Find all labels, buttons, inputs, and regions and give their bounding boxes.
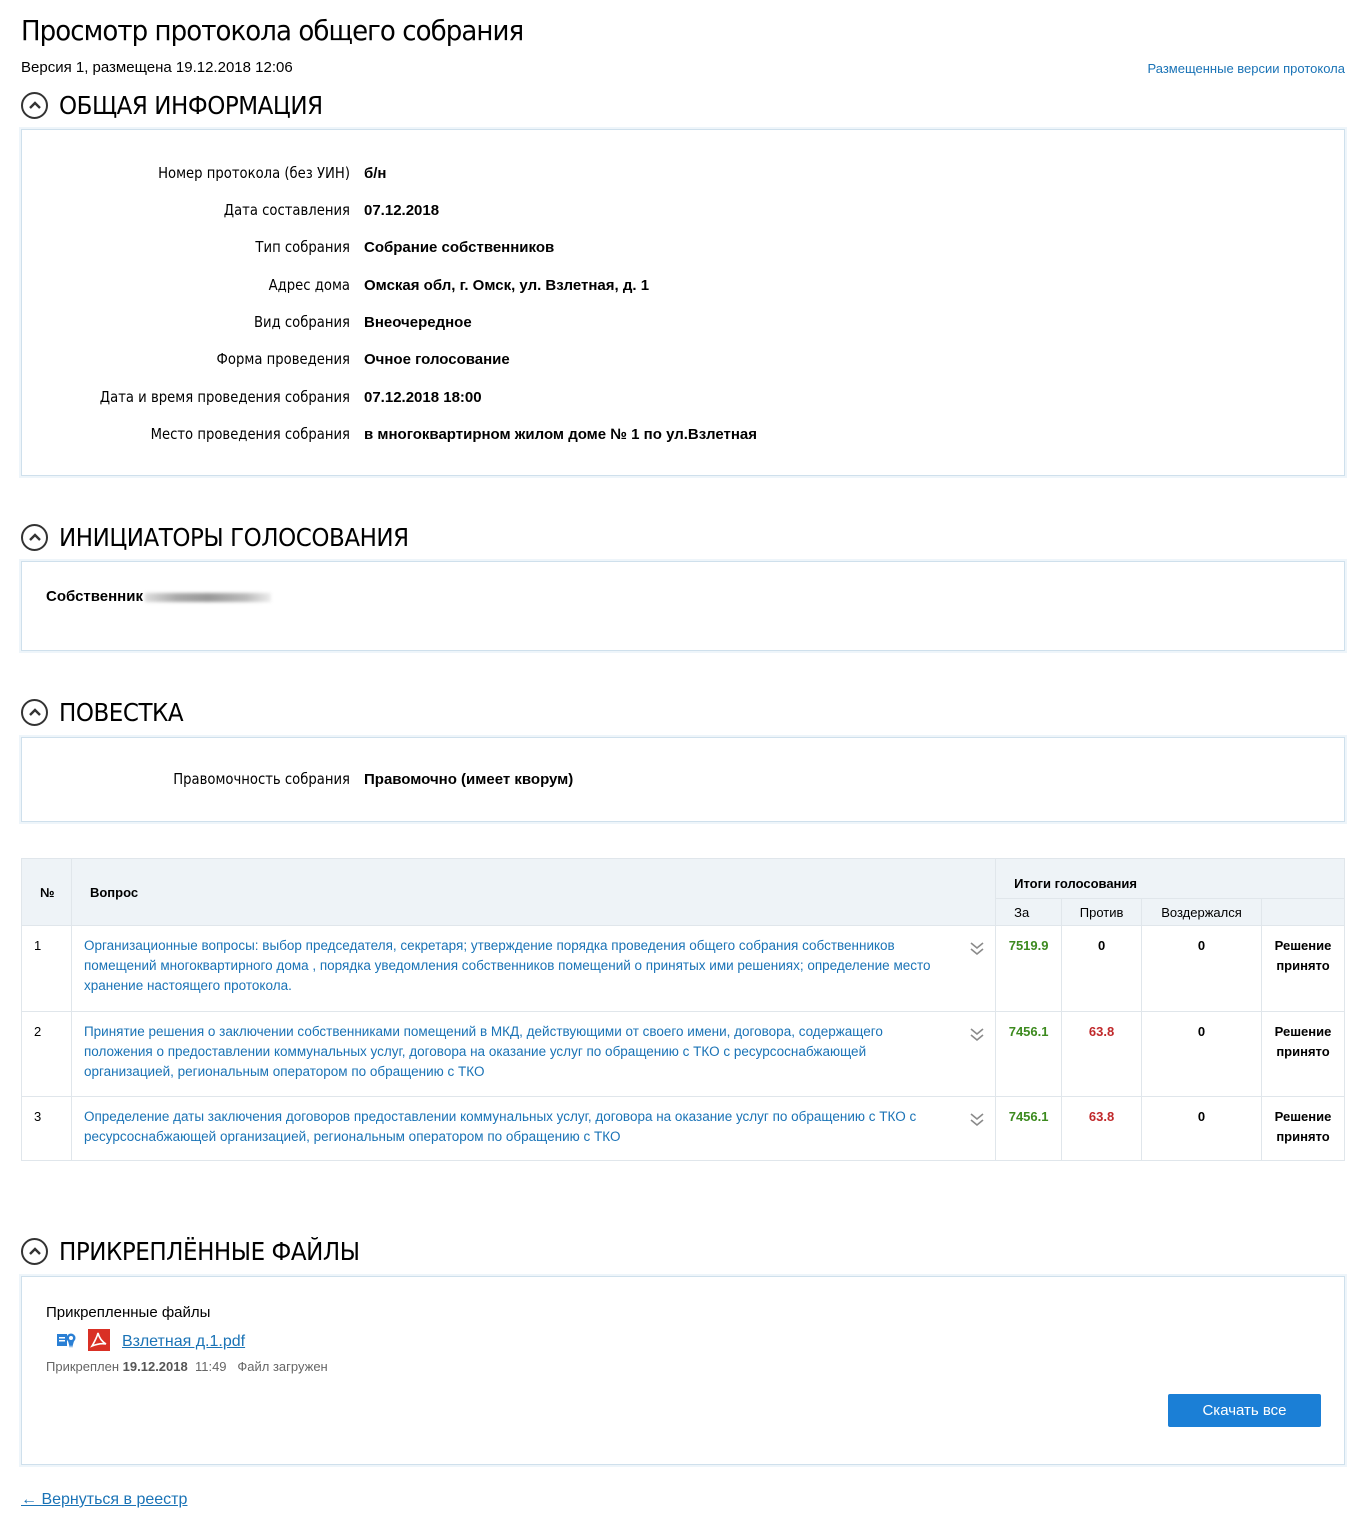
votes-za: 7456.1 (995, 1096, 1063, 1161)
field-value: Очное голосование (364, 350, 510, 368)
field-row: Место проведения собрания в многоквартирн… (22, 422, 1344, 446)
initiators-card: Собственник (21, 561, 1345, 651)
double-chevron-down-icon[interactable] (969, 1111, 985, 1133)
votes-protiv: 63.8 (1061, 1011, 1143, 1097)
section-agenda-header[interactable]: ПОВЕСТКА (21, 696, 194, 728)
chevron-up-icon[interactable] (21, 698, 48, 726)
field-row: Номер протокола (без УИН) б/н (22, 161, 1344, 185)
agenda-card: Правомочность собрания Правомочно (имеет … (21, 737, 1345, 822)
votes-table: № Вопрос Итоги голосования За Против Воз… (21, 858, 1345, 1161)
table-row: 1 Организационные вопросы: выбор председ… (21, 925, 1345, 1012)
question-text[interactable]: Определение даты заключения договоров пр… (84, 1109, 916, 1144)
field-label: Дата составления (223, 201, 350, 219)
section-files-title: ПРИКРЕПЛЁННЫЕ ФАЙЛЫ (59, 1236, 360, 1266)
field-value: б/н (364, 164, 387, 182)
votes-vozd: 0 (1141, 925, 1262, 1012)
file-meta: Прикреплен 19.12.2018 11:49 Файл загруже… (46, 1359, 328, 1374)
files-card: Прикрепленные файлы Взлетная д.1.pdf При… (21, 1276, 1345, 1465)
field-value: в многоквартирном жилом доме № 1 по ул.В… (364, 425, 757, 443)
back-link[interactable]: ← Вернуться в реестр (21, 1491, 187, 1509)
votes-za: 7519.9 (995, 925, 1063, 1012)
pdf-icon (88, 1329, 110, 1354)
versions-link[interactable]: Размещенные версии протокола (1148, 61, 1345, 76)
section-general-header[interactable]: ОБЩАЯ ИНФОРМАЦИЯ (21, 89, 346, 121)
file-link[interactable]: Взлетная д.1.pdf (122, 1333, 245, 1351)
field-value: Внеочередное (364, 313, 472, 331)
field-label: Дата и время проведения собрания (99, 388, 350, 406)
field-row: Дата составления 07.12.2018 (22, 198, 1344, 222)
section-initiators-title: ИНИЦИАТОРЫ ГОЛОСОВАНИЯ (59, 522, 409, 552)
col-header-num: № (21, 858, 72, 926)
question-text[interactable]: Организационные вопросы: выбор председат… (84, 938, 931, 993)
field-value: 07.12.2018 (364, 201, 440, 219)
row-num: 1 (21, 925, 72, 1012)
question-text[interactable]: Принятие решения о заключении собственни… (84, 1024, 883, 1079)
col-header-results: Итоги голосования (995, 858, 1345, 899)
field-row: Адрес дома Омская обл, г. Омск, ул. Взлет… (22, 273, 1344, 297)
field-row: Правомочность собрания Правомочно (имеет … (22, 767, 1344, 791)
general-info-card: Номер протокола (без УИН) б/н Дата состав… (21, 129, 1345, 476)
section-agenda-title: ПОВЕСТКА (59, 697, 184, 727)
field-label: Форма проведения (216, 350, 350, 368)
question-cell[interactable]: Принятие решения о заключении собственни… (70, 1011, 997, 1097)
votes-protiv: 0 (1061, 925, 1143, 1012)
file-status: Файл загружен (237, 1359, 328, 1374)
table-row: 3 Определение даты заключения договоров … (21, 1096, 1345, 1161)
field-value: Собрание собственников (364, 238, 555, 256)
field-label: Место проведения собрания (150, 425, 350, 443)
initiator-item: Собственник (46, 588, 271, 605)
row-num: 3 (21, 1096, 72, 1161)
votes-protiv: 63.8 (1061, 1096, 1143, 1161)
back-link-label[interactable]: Вернуться в реестр (41, 1491, 187, 1508)
col-header-protiv: Против (1061, 898, 1143, 926)
chevron-up-icon[interactable] (21, 91, 48, 119)
field-value: 07.12.2018 18:00 (364, 388, 482, 406)
download-all-button[interactable]: Скачать все (1168, 1394, 1321, 1427)
redacted-name (144, 592, 271, 602)
field-row: Дата и время проведения собрания 07.12.20… (22, 385, 1344, 409)
question-cell[interactable]: Определение даты заключения договоров пр… (70, 1096, 997, 1161)
attached-time: 11:49 (194, 1359, 227, 1374)
field-value: Правомочно (имеет кворум) (364, 770, 574, 788)
initiator-type: Собственник (46, 588, 143, 605)
field-value: Омская обл, г. Омск, ул. Взлетная, д. 1 (364, 276, 650, 294)
arrow-left-icon: ← (21, 1491, 37, 1508)
section-initiators-header[interactable]: ИНИЦИАТОРЫ ГОЛОСОВАНИЯ (21, 521, 439, 553)
table-row: 2 Принятие решения о заключении собствен… (21, 1011, 1345, 1097)
field-label: Адрес дома (268, 276, 350, 294)
field-row: Вид собрания Внеочередное (22, 310, 1344, 334)
chevron-up-icon[interactable] (21, 1237, 48, 1265)
field-row: Тип собрания Собрание собственников (22, 235, 1344, 259)
double-chevron-down-icon[interactable] (969, 1026, 985, 1048)
files-label: Прикрепленные файлы (46, 1304, 211, 1321)
decision-status: Решение принято (1261, 1096, 1345, 1161)
field-row: Форма проведения Очное голосование (22, 347, 1344, 371)
col-header-vozd: Воздержался (1141, 898, 1262, 926)
field-label: Тип собрания (255, 238, 350, 256)
votes-vozd: 0 (1141, 1096, 1262, 1161)
field-label: Вид собрания (253, 313, 350, 331)
col-header-result (1261, 898, 1345, 926)
attached-date: 19.12.2018 (122, 1359, 188, 1374)
decision-status: Решение принято (1261, 925, 1345, 1012)
field-label: Номер протокола (без УИН) (158, 164, 350, 182)
question-cell[interactable]: Организационные вопросы: выбор председат… (70, 925, 997, 1012)
field-label: Правомочность собрания (173, 770, 350, 788)
double-chevron-down-icon[interactable] (969, 940, 985, 962)
version-info: Версия 1, размещена 19.12.2018 12:06 (21, 59, 293, 76)
votes-za: 7456.1 (995, 1011, 1063, 1097)
page-title: Просмотр протокола общего собрания (21, 14, 524, 47)
section-general-title: ОБЩАЯ ИНФОРМАЦИЯ (59, 90, 323, 120)
votes-vozd: 0 (1141, 1011, 1262, 1097)
attached-prefix: Прикреплен (46, 1359, 120, 1374)
col-header-question: Вопрос (70, 858, 997, 926)
section-files-header[interactable]: ПРИКРЕПЛЁННЫЕ ФАЙЛЫ (21, 1235, 386, 1267)
row-num: 2 (21, 1011, 72, 1097)
decision-status: Решение принято (1261, 1011, 1345, 1097)
file-item: Взлетная д.1.pdf (56, 1329, 245, 1354)
chevron-up-icon[interactable] (21, 523, 48, 551)
col-header-za: За (995, 898, 1063, 926)
certificate-icon[interactable] (56, 1331, 78, 1352)
